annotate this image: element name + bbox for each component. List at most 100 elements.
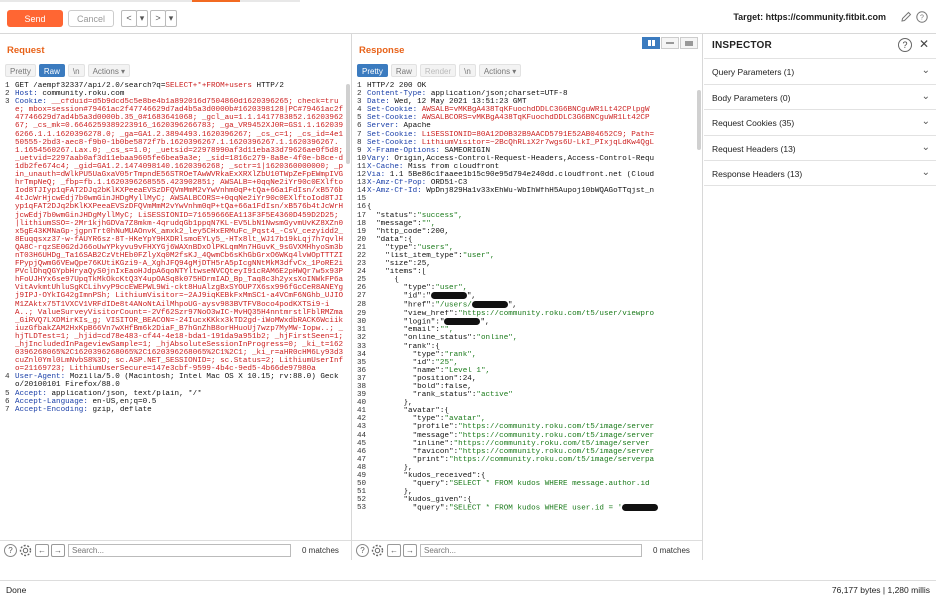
code-segment: "type":: [367, 415, 445, 424]
code-segment: "Level 1",: [444, 366, 491, 375]
line-text: "message":"https://community.roku.com/t5…: [367, 432, 698, 440]
line-text: Set-Cookie: AWSALBCORS=vMKBgA438TqKFuoch…: [367, 114, 698, 122]
line-number: 43: [357, 423, 367, 432]
code-line: 12 Via: 1.1 5Be86c1faaee1b15c90e95d794e24…: [357, 171, 698, 179]
inspector-section[interactable]: Body Parameters (0) ⌄: [704, 83, 936, 110]
request-search-input[interactable]: [68, 544, 291, 557]
code-segment: User-Agent:: [15, 373, 70, 382]
code-segment: "25",: [435, 358, 459, 367]
code-segment: X-Amz-Cf-Id:: [367, 187, 427, 196]
tab-pretty[interactable]: Pretty: [5, 64, 36, 77]
line-number: 51: [357, 488, 367, 497]
code-line: 3 Date: Wed, 12 May 2021 13:51:23 GMT: [357, 98, 698, 106]
code-segment: ",: [480, 318, 490, 327]
chevron-down-icon[interactable]: ⌄: [922, 65, 930, 76]
tab-raw[interactable]: Raw: [390, 64, 417, 77]
line-text: "view_href":"https://community.roku.com/…: [367, 310, 698, 318]
inspector-panel: INSPECTOR ? ✕ Query Parameters (1) ⌄ Body …: [704, 34, 936, 560]
send-button[interactable]: Send: [7, 10, 63, 27]
code-line: 27 "id":" ",: [357, 292, 698, 301]
line-number: 19: [357, 227, 367, 236]
code-line: 1 HTTP/2 200 OK: [357, 82, 698, 90]
chevron-down-icon[interactable]: ⌄: [922, 91, 930, 102]
line-text: "id":"25",: [367, 359, 698, 367]
chevron-down-icon[interactable]: ⌄: [922, 167, 930, 178]
code-segment: "href":: [367, 301, 436, 310]
response-search-input[interactable]: [420, 544, 642, 557]
redaction-mark: [471, 301, 508, 309]
actions-dropdown[interactable]: Actions: [478, 64, 522, 77]
line-number: 11: [357, 162, 367, 171]
code-segment: Accept-Encoding:: [15, 405, 93, 414]
gear-icon[interactable]: [19, 544, 32, 557]
line-text: "data":{: [367, 236, 698, 244]
request-scrollbar[interactable]: [346, 84, 350, 540]
forward-dropdown-button[interactable]: ▾: [165, 10, 177, 27]
code-line: 6 Server: Apache: [357, 122, 698, 130]
line-number: 38: [357, 382, 367, 391]
line-number: 1: [357, 82, 362, 90]
layout-side-by-side-button[interactable]: [642, 37, 660, 49]
tab-pretty[interactable]: Pretty: [357, 64, 388, 77]
layout-tabbed-button[interactable]: [680, 37, 698, 49]
line-text: Cookie: __cfduid=d5b9dcd5c5e8be4b1a89201…: [15, 98, 347, 373]
inspector-section[interactable]: Request Cookies (35) ⌄: [704, 109, 936, 135]
code-segment: 1.1 5Be86c1faaee1b15c90e95d794e240dd.clo…: [389, 171, 655, 180]
back-dropdown-button[interactable]: ▾: [136, 10, 148, 27]
arrow-left-icon[interactable]: ←: [35, 544, 49, 557]
code-segment: application/json, text/plain, */*: [51, 389, 202, 398]
inspector-section[interactable]: Query Parameters (1) ⌄: [704, 58, 936, 84]
response-search-bar: ? ← → 0 matches: [352, 540, 702, 560]
tab-newline[interactable]: \n: [459, 64, 476, 77]
line-text: "name":"Level 1",: [367, 367, 698, 375]
pencil-icon[interactable]: [900, 11, 912, 23]
line-number: 46: [357, 447, 367, 456]
line-number: 2: [357, 90, 362, 99]
arrow-right-icon[interactable]: →: [403, 544, 417, 557]
line-number: 45: [357, 439, 367, 448]
actions-dropdown[interactable]: Actions: [87, 64, 131, 77]
line-text: "favicon":"https://community.roku.com/t5…: [367, 448, 698, 456]
line-number: 6: [357, 122, 362, 131]
code-segment: "email":: [367, 326, 440, 335]
request-editor[interactable]: 1 GET /aempf32337/api/2.0/search?q=SELECT…: [5, 82, 347, 540]
code-line: 6 Accept-Language: en-US,en;q=0.5: [5, 398, 347, 406]
arrow-left-icon[interactable]: ←: [387, 544, 401, 557]
inspector-section[interactable]: Response Headers (13) ⌄: [704, 160, 936, 186]
response-editor[interactable]: 1 HTTP/2 200 OK 2 Content-Type: application…: [357, 82, 698, 540]
layout-stacked-button[interactable]: [661, 37, 679, 49]
code-segment: {: [367, 276, 399, 285]
help-icon[interactable]: ?: [916, 11, 928, 23]
code-line: 53 "query":"SELECT * FROM kudos WHERE us…: [357, 504, 698, 513]
close-icon[interactable]: ✕: [917, 37, 931, 51]
forward-button[interactable]: >: [150, 10, 166, 27]
line-text: X-Amz-Cf-Id: WpDnj829Ha1v33xEhWu-WbIhWfh…: [367, 187, 698, 195]
code-segment: "rank_status":: [367, 391, 477, 400]
response-scrollbar[interactable]: [697, 84, 701, 540]
code-segment: Set-Cookie:: [367, 106, 422, 115]
tab-render[interactable]: Render: [419, 64, 457, 77]
tab-newline[interactable]: \n: [67, 64, 85, 77]
code-segment: Origin,Access-Control-Request-Headers,Ac…: [394, 154, 655, 163]
request-view-tabs: Pretty Raw \n Actions: [5, 64, 131, 78]
tab-raw[interactable]: Raw: [38, 64, 65, 77]
arrow-right-icon[interactable]: →: [51, 544, 65, 557]
code-line: 31 "email":"",: [357, 326, 698, 334]
gear-icon[interactable]: [371, 544, 384, 557]
line-text: },: [367, 399, 698, 407]
help-icon[interactable]: ?: [898, 38, 912, 52]
code-segment: LiSESSIONID=80A12D0B32B9AACD5791E52AB046…: [421, 130, 655, 139]
code-segment: application/json;charset=UTF-8: [430, 90, 568, 99]
chevron-down-icon[interactable]: ⌄: [922, 116, 930, 127]
inspector-section[interactable]: Request Headers (13) ⌄: [704, 134, 936, 161]
code-segment: X-Cache:: [367, 162, 409, 171]
code-segment: "view_href":: [367, 309, 459, 318]
line-number: 36: [357, 366, 367, 375]
back-button[interactable]: <: [121, 10, 137, 27]
chevron-down-icon[interactable]: ⌄: [922, 142, 930, 153]
help-icon[interactable]: ?: [4, 544, 17, 557]
cancel-button[interactable]: Cancel: [68, 10, 114, 27]
code-segment: Set-Cookie:: [367, 130, 422, 139]
code-line: 23 "size":25,: [357, 260, 698, 268]
help-icon[interactable]: ?: [356, 544, 369, 557]
